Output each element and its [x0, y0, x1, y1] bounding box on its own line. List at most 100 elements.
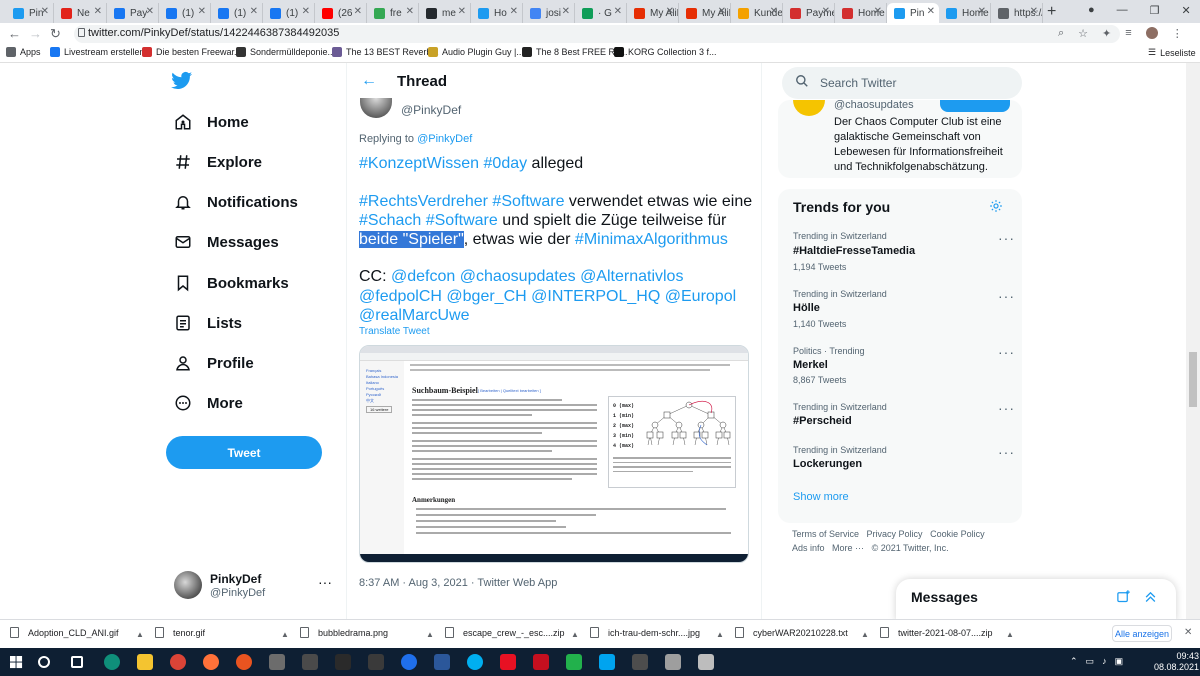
search-input[interactable] [782, 67, 1022, 99]
close-tab-icon[interactable]: ✕ [978, 6, 986, 17]
cookie-link[interactable]: Cookie Policy [930, 529, 985, 539]
sidebar-item-notifications[interactable]: Notifications [174, 186, 298, 218]
tab[interactable]: Ne ✕ [54, 3, 107, 23]
ubuntu-icon[interactable] [236, 654, 252, 670]
tab[interactable]: Kunden✕ [731, 3, 783, 23]
tweet-button[interactable]: Tweet [166, 436, 322, 469]
following-button[interactable] [940, 100, 1010, 112]
more-icon[interactable]: ··· [998, 344, 1015, 360]
close-tab-icon[interactable]: ✕ [1030, 6, 1038, 17]
bookmark-item[interactable]: Die besten Freewar... [142, 47, 242, 57]
replying-link[interactable]: @PinkyDef [417, 133, 472, 145]
minimize-button[interactable]: — [1117, 4, 1128, 17]
tab[interactable]: · G ✕ [575, 3, 627, 23]
tab[interactable]: (1) ✕ [211, 3, 263, 23]
star-icon[interactable]: ☆ [1078, 27, 1088, 40]
sidebar-item-messages[interactable]: Messages [174, 226, 279, 258]
menu-icon[interactable]: ≡ [1125, 27, 1131, 40]
bookmark-item[interactable]: KORG Collection 3 f... [614, 47, 717, 57]
download-item[interactable]: escape_crew_-_esc....zip [445, 627, 565, 638]
chat-icon[interactable] [566, 654, 582, 670]
close-tab-icon[interactable]: ✕ [927, 6, 935, 17]
tweet-image[interactable]: Français Bahasa Indonesia Italiano Portu… [359, 345, 749, 563]
mention-link[interactable]: @defcon [391, 268, 455, 285]
close-tab-icon[interactable]: ✕ [250, 6, 258, 17]
firefox-icon[interactable] [203, 654, 219, 670]
edge-icon[interactable] [401, 654, 417, 670]
download-item[interactable]: Adoption_CLD_ANI.gif [10, 627, 119, 638]
kebab-menu-icon[interactable]: ⋮ [1172, 27, 1183, 40]
scrollbar-thumb[interactable] [1189, 352, 1197, 407]
trend-name[interactable]: #Perscheid [793, 415, 852, 427]
app-icon[interactable] [302, 654, 318, 670]
search-icon[interactable] [38, 656, 50, 668]
privacy-link[interactable]: Privacy Policy [867, 529, 923, 539]
close-tab-icon[interactable]: ✕ [874, 6, 882, 17]
ads-info-link[interactable]: Ads info [792, 543, 825, 553]
tab[interactable]: (1) ✕ [263, 3, 315, 23]
close-tab-icon[interactable]: ✕ [406, 6, 414, 17]
translate-tweet-link[interactable]: Translate Tweet [359, 326, 430, 337]
bookmark-item[interactable]: Livestream erstellen [50, 47, 145, 57]
maximize-button[interactable]: ❐ [1150, 4, 1160, 17]
reading-list[interactable]: ☰ Leseliste [1148, 47, 1196, 58]
tab[interactable]: Pin ✕ [887, 3, 939, 23]
bookmark-item[interactable]: The 13 BEST Reverb... [332, 47, 439, 57]
tab[interactable]: Home | ✕ [835, 3, 887, 23]
forward-icon[interactable]: → [29, 26, 42, 41]
trend-name[interactable]: #HaltdieFresseTamedia [793, 245, 915, 257]
tab-search-icon[interactable]: ● [1088, 4, 1095, 17]
tab[interactable]: Paymen✕ [783, 3, 835, 23]
bookmark-item[interactable]: Sondermülldeponie... [236, 47, 335, 57]
mention-link[interactable]: @chaosupdates [460, 268, 576, 285]
mention-link[interactable]: @Europol [665, 288, 736, 305]
download-options-icon[interactable]: ▲ [571, 630, 579, 639]
mention-link[interactable]: @realMarcUwe [359, 307, 469, 324]
back-arrow-icon[interactable]: ← [361, 72, 377, 90]
close-tab-icon[interactable]: ✕ [198, 6, 206, 17]
close-tab-icon[interactable]: ✕ [770, 6, 778, 17]
close-tab-icon[interactable]: ✕ [510, 6, 518, 17]
tab[interactable]: fre ✕ [367, 3, 419, 23]
close-tab-icon[interactable]: ✕ [94, 6, 102, 17]
url-text[interactable]: twitter.com/PinkyDef/status/142244638738… [88, 27, 339, 39]
user-handle[interactable]: @chaosupdates [834, 99, 914, 111]
close-tab-icon[interactable]: ✕ [614, 6, 622, 17]
app-icon[interactable] [599, 654, 615, 670]
app-icon[interactable] [500, 654, 516, 670]
sidebar-item-home[interactable]: Home [174, 106, 249, 138]
extensions-icon[interactable]: ✦ [1102, 27, 1111, 40]
bookmark-item[interactable]: Apps [6, 47, 41, 57]
explorer-icon[interactable] [137, 654, 153, 670]
settings-icon[interactable] [989, 199, 1003, 213]
hashtag-link[interactable]: #Software [492, 193, 564, 210]
chrome-icon[interactable] [170, 654, 186, 670]
hashtag-link[interactable]: #0day [484, 155, 528, 172]
tab[interactable]: (1) ✕ [159, 3, 211, 23]
tab[interactable]: Pay ✕ [107, 3, 159, 23]
mention-link[interactable]: @bger_CH [446, 288, 526, 305]
sidebar-item-lists[interactable]: Lists [174, 307, 242, 339]
tab[interactable]: Pin ✕ [6, 3, 54, 23]
chevron-up-icon[interactable] [1143, 589, 1158, 604]
tab[interactable]: me ✕ [419, 3, 471, 23]
more-icon[interactable]: ··· [998, 400, 1015, 416]
app-icon[interactable] [698, 654, 714, 670]
hashtag-link[interactable]: #RechtsVerdreher [359, 193, 488, 210]
reload-icon[interactable]: ↻ [50, 26, 61, 42]
author-handle[interactable]: @PinkyDef [401, 103, 461, 117]
windows-start-icon[interactable] [10, 656, 23, 669]
close-tab-icon[interactable]: ✕ [458, 6, 466, 17]
more-link[interactable]: More ··· [832, 543, 864, 553]
close-tab-icon[interactable]: ✕ [354, 6, 362, 17]
skype-icon[interactable] [467, 654, 483, 670]
show-more-link[interactable]: Show more [793, 491, 849, 503]
zoom-icon[interactable]: ⌕ [1058, 27, 1064, 40]
download-options-icon[interactable]: ▲ [1006, 630, 1014, 639]
hashtag-link[interactable]: #KonzeptWissen [359, 155, 479, 172]
tab[interactable]: josi ✕ [523, 3, 575, 23]
scrollbar[interactable] [1186, 63, 1200, 619]
sidebar-item-more[interactable]: More [174, 387, 243, 419]
close-tab-icon[interactable]: ✕ [562, 6, 570, 17]
tab[interactable]: (26 ✕ [315, 3, 367, 23]
